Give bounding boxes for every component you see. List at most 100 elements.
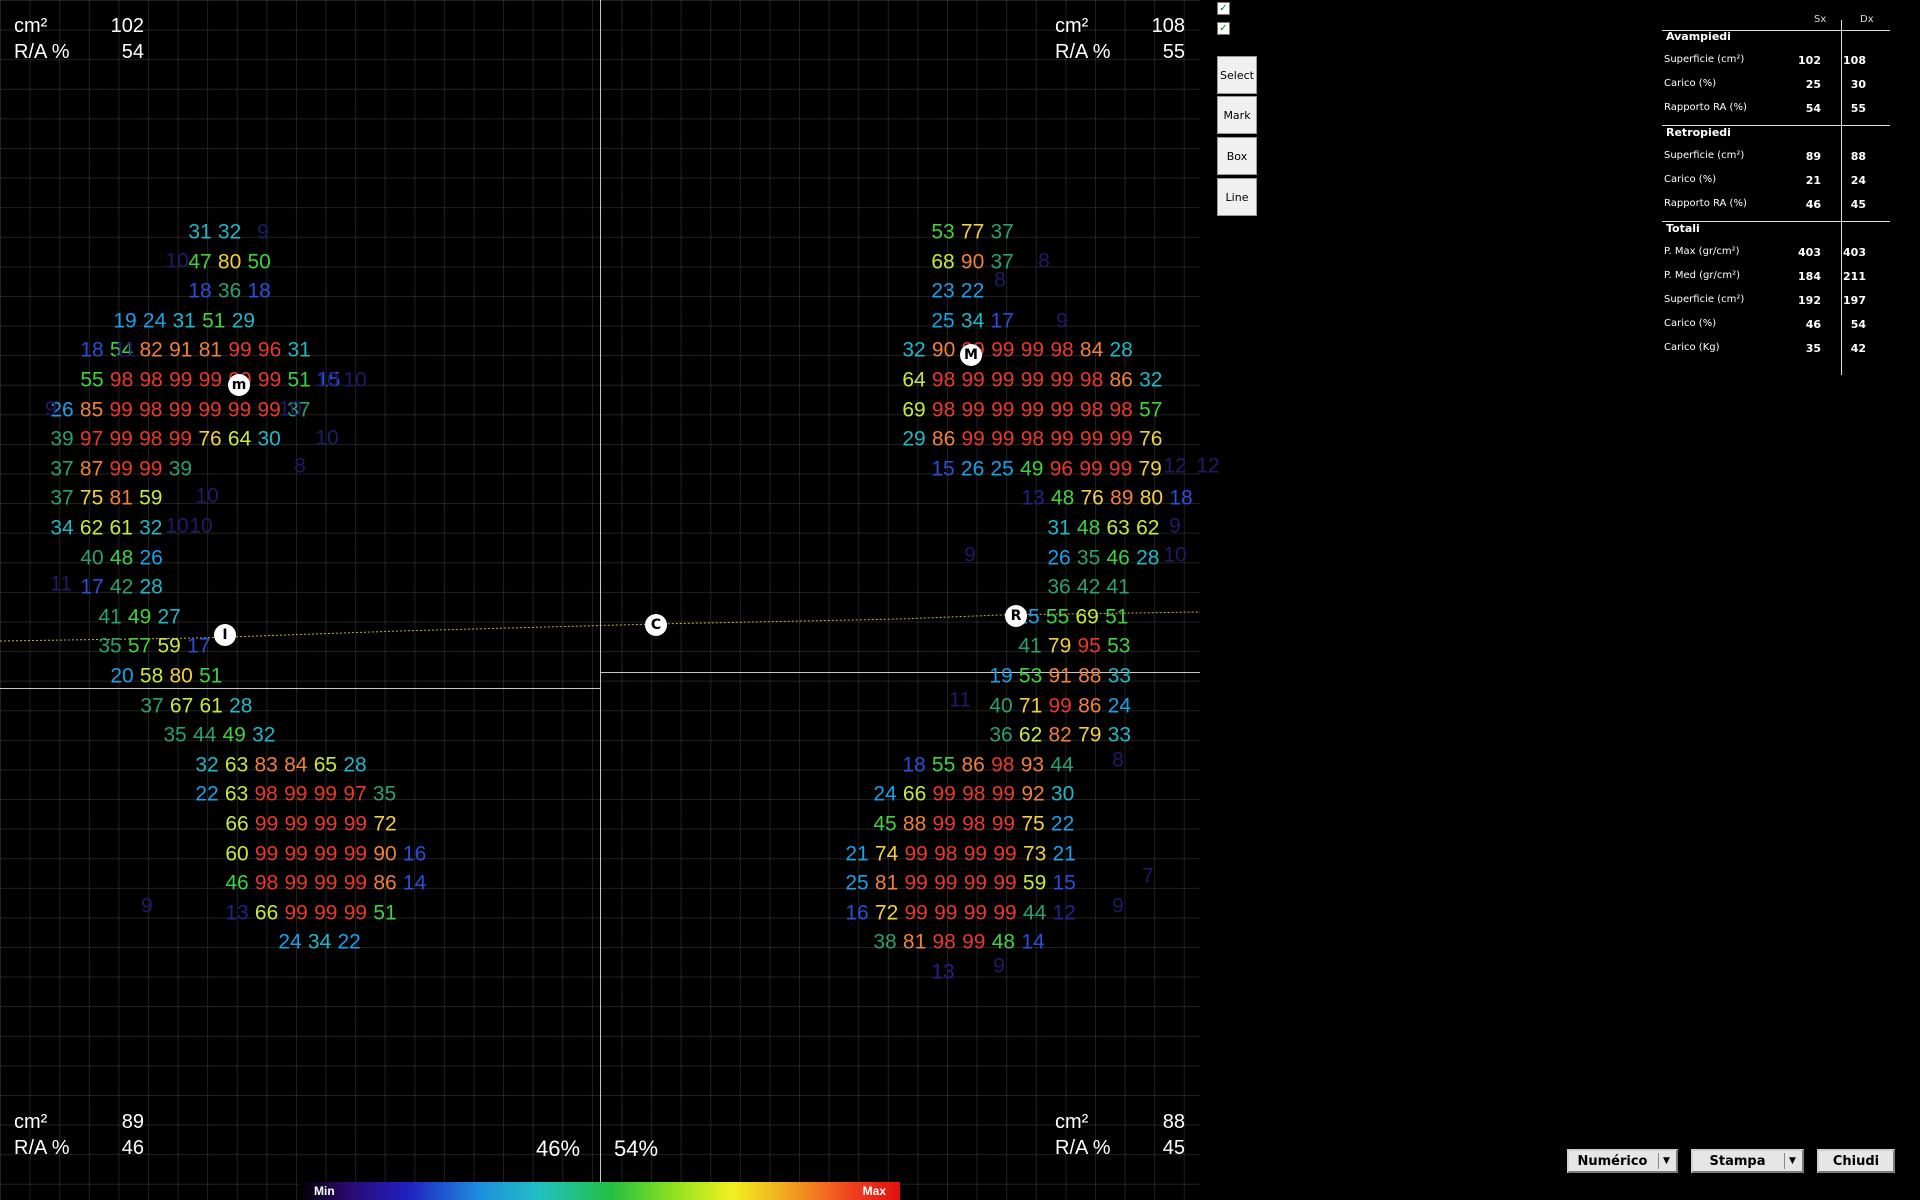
print-dropdown[interactable]: Stampa ▼ bbox=[1691, 1149, 1804, 1173]
left-pressure-cell: 80 bbox=[169, 664, 193, 688]
right-pressure-cell: 32 bbox=[1139, 368, 1163, 392]
line-tool-button[interactable]: Line bbox=[1217, 178, 1257, 216]
right-pressure-cell: 98 bbox=[931, 368, 956, 392]
left-pressure-cell: 47 bbox=[188, 250, 212, 274]
stat-sx: 102 bbox=[1798, 54, 1821, 67]
right-center-marker[interactable]: R bbox=[1005, 605, 1027, 627]
br-area-value: 88 bbox=[1162, 1111, 1185, 1133]
select-tool-button[interactable]: Select bbox=[1217, 56, 1257, 94]
left-pressure-cell: 86 bbox=[373, 871, 397, 895]
left-center-marker[interactable]: I bbox=[214, 624, 236, 646]
right-pressure-cell: 69 bbox=[1075, 605, 1099, 629]
left-pressure-cell: 44 bbox=[192, 723, 217, 747]
stat-dx: 197 bbox=[1843, 294, 1866, 307]
checkbox-1[interactable]: ✓ bbox=[1217, 2, 1230, 15]
right-pressure-cell: 88 bbox=[1078, 664, 1102, 688]
right-pressure-cell: 99 bbox=[932, 782, 956, 806]
right-pressure-cell: 26 bbox=[960, 457, 985, 481]
close-button[interactable]: Chiudi bbox=[1817, 1149, 1895, 1173]
left-pressure-cell: 63 bbox=[224, 753, 249, 777]
left-pressure-cell: 99 bbox=[314, 812, 338, 836]
right-pressure-cell: 93 bbox=[1020, 753, 1045, 777]
tl-ra-label: R/A % bbox=[14, 41, 70, 63]
right-pressure-cell: 98 bbox=[1079, 398, 1104, 422]
right-pressure-cell: 21 bbox=[845, 842, 869, 866]
faint-pressure-cell: 10 bbox=[343, 368, 367, 392]
right-pressure-cell: 53 bbox=[1018, 664, 1043, 688]
left-pressure-cell: 32 bbox=[139, 516, 163, 540]
left-pressure-cell: 98 bbox=[254, 871, 279, 895]
right-pressure-cell: 32 bbox=[902, 338, 926, 362]
stat-label: Superficie (cm²) bbox=[1664, 54, 1745, 65]
right-pressure-cell: 53 bbox=[1107, 634, 1131, 658]
left-pressure-cell: 37 bbox=[140, 694, 164, 718]
right-pressure-cell: 18 bbox=[1169, 486, 1193, 510]
left-pressure-cell: 51 bbox=[202, 309, 226, 333]
right-pressure-cell: 80 bbox=[1139, 486, 1164, 510]
right-pressure-cell: 21 bbox=[1052, 842, 1076, 866]
mark-tool-button[interactable]: Mark bbox=[1217, 96, 1257, 134]
right-pressure-cell: 45 bbox=[873, 812, 897, 836]
right-max-marker[interactable]: M bbox=[960, 344, 982, 366]
left-pressure-cell: 87 bbox=[79, 457, 104, 481]
faint-pressure-cell: 10 bbox=[1163, 543, 1187, 567]
center-of-pressure-marker[interactable]: C bbox=[645, 614, 667, 636]
right-pressure-cell: 66 bbox=[902, 782, 927, 806]
right-pressure-cell: 99 bbox=[963, 901, 988, 925]
right-pressure-cell: 77 bbox=[960, 220, 985, 244]
left-pressure-cell: 99 bbox=[314, 901, 338, 925]
left-pressure-cell: 99 bbox=[343, 871, 368, 895]
left-pressure-cell: 19 bbox=[113, 309, 137, 333]
left-pressure-cell: 97 bbox=[343, 782, 367, 806]
left-pressure-cell: 99 bbox=[284, 782, 308, 806]
right-pressure-cell: 28 bbox=[1109, 338, 1133, 362]
right-pressure-cell: 98 bbox=[931, 398, 956, 422]
chevron-down-icon[interactable]: ▼ bbox=[1658, 1153, 1674, 1169]
faint-pressure-cell: 12 bbox=[1196, 454, 1220, 478]
faint-pressure-cell: 9 bbox=[993, 954, 1005, 978]
right-pressure-cell: 28 bbox=[1136, 546, 1160, 570]
right-pressure-cell: 48 bbox=[991, 930, 1016, 954]
right-pressure-cell: 99 bbox=[963, 871, 988, 895]
left-pressure-cell: 99 bbox=[198, 398, 222, 422]
right-pressure-cell: 86 bbox=[1109, 368, 1133, 392]
right-pressure-cell: 88 bbox=[902, 812, 927, 836]
br-ra-label: R/A % bbox=[1055, 1137, 1111, 1159]
right-pressure-cell: 24 bbox=[1107, 694, 1132, 718]
pressure-map-canvas[interactable]: 31 32 47 80 50 18 36 18 19 24 31 51 29 18 54 82 91 81 99 96… bbox=[0, 0, 1220, 1200]
right-pressure-cell: 33 bbox=[1107, 664, 1132, 688]
left-pressure-cell: 24 bbox=[278, 930, 302, 954]
faint-pressure-cell: 11 bbox=[114, 338, 136, 362]
right-pressure-cell: 90 bbox=[960, 250, 985, 274]
right-pressure-cell: 99 bbox=[991, 427, 1015, 451]
section-avampiedi: Avampiedi bbox=[1666, 30, 1731, 43]
right-pressure-cell: 96 bbox=[1049, 457, 1074, 481]
faint-pressure-cell: 11 bbox=[949, 688, 971, 712]
right-pressure-cell: 13 bbox=[931, 960, 955, 984]
left-pressure-cell: 99 bbox=[343, 812, 368, 836]
bl-area-value: 89 bbox=[121, 1111, 144, 1133]
faint-pressure-cell: 8 bbox=[1038, 249, 1050, 273]
left-pressure-cell: 30 bbox=[257, 427, 281, 451]
tr-area-label: cm² bbox=[1055, 15, 1089, 37]
left-pressure-cell: 59 bbox=[139, 486, 163, 510]
stat-sx: 54 bbox=[1805, 102, 1821, 115]
right-pressure-cell: 24 bbox=[873, 782, 897, 806]
right-pressure-cell: 69 bbox=[902, 398, 926, 422]
checkbox-2[interactable]: ✓ bbox=[1217, 22, 1230, 35]
right-pressure-cell: 98 bbox=[1109, 398, 1133, 422]
numeric-mode-dropdown[interactable]: Numérico ▼ bbox=[1567, 1149, 1678, 1173]
right-pressure-cell: 91 bbox=[1048, 664, 1072, 688]
faint-pressure-cell: 10 bbox=[189, 514, 213, 538]
left-pressure-cell: 28 bbox=[229, 694, 253, 718]
right-pressure-cell: 98 bbox=[1050, 338, 1074, 362]
box-tool-button[interactable]: Box bbox=[1217, 137, 1257, 175]
left-max-marker[interactable]: m bbox=[228, 374, 250, 396]
right-pressure-cell: 25 bbox=[931, 309, 955, 333]
right-pressure-cell: 42 bbox=[1076, 575, 1101, 599]
br-ra-value: 45 bbox=[1162, 1137, 1185, 1159]
chevron-down-icon[interactable]: ▼ bbox=[1784, 1153, 1800, 1169]
right-pressure-cell: 17 bbox=[990, 309, 1014, 333]
stat-sx: 89 bbox=[1805, 150, 1821, 163]
left-pressure-cell: 81 bbox=[198, 338, 223, 362]
